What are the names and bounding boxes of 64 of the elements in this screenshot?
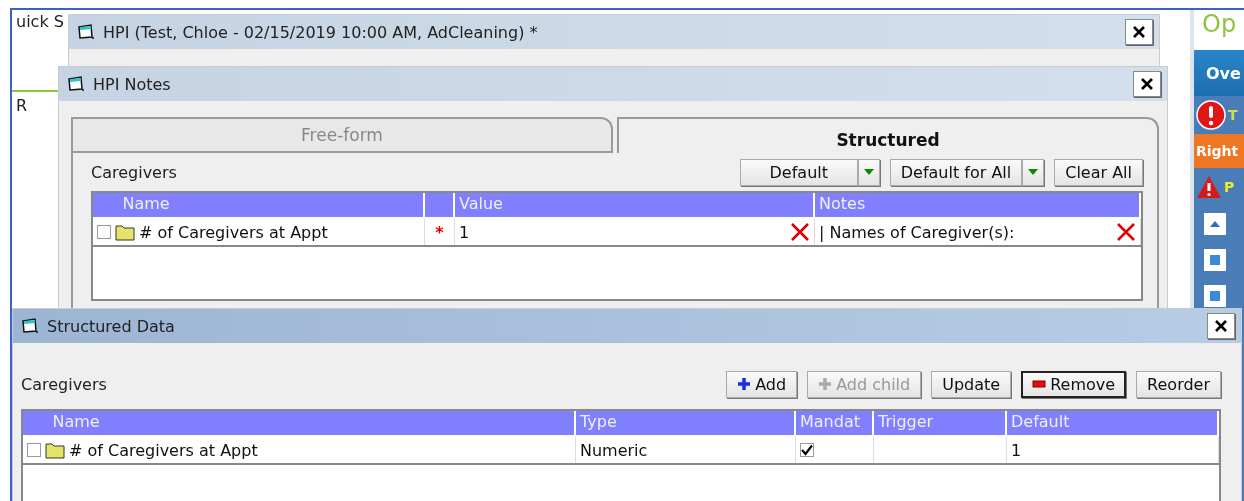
- up-button[interactable]: [1204, 213, 1226, 235]
- plus-icon: [818, 377, 833, 391]
- split-button[interactable]: Default for All: [889, 158, 1023, 186]
- warning-icon: [1196, 175, 1222, 199]
- close-button[interactable]: [1125, 19, 1153, 45]
- item-button[interactable]: [1204, 249, 1226, 271]
- panel-heading: Op: [1194, 10, 1244, 50]
- column-header: Mandat: [796, 411, 874, 435]
- column-header: Trigger: [874, 411, 1007, 435]
- window-icon: [77, 24, 95, 40]
- square-icon: [1210, 291, 1220, 301]
- caret-icon: [862, 168, 875, 176]
- plus-icon: [737, 377, 752, 391]
- folder-icon: [45, 441, 65, 459]
- window-title: HPI (Test, Chloe - 02/15/2019 10:00 AM, AdCleaning) *: [103, 22, 539, 42]
- column-header: Value: [455, 193, 815, 217]
- clear-button[interactable]: Clear All: [1054, 158, 1143, 186]
- window-icon: [67, 76, 85, 92]
- folder-icon: [115, 223, 135, 241]
- check-icon: [801, 444, 813, 456]
- row-checkbox[interactable]: [97, 225, 111, 239]
- close-button[interactable]: [1133, 71, 1161, 97]
- toolbar-button[interactable]: Update: [931, 370, 1012, 398]
- panel-tab[interactable]: Ove: [1194, 50, 1244, 96]
- item-name: # of Caregivers at Appt: [69, 440, 259, 460]
- tab[interactable]: Structured: [617, 117, 1159, 153]
- column-header: Notes: [815, 193, 1141, 217]
- window-icon: [21, 318, 39, 334]
- split-button[interactable]: Default: [739, 158, 858, 186]
- dropdown-button[interactable]: [1022, 158, 1045, 186]
- column-header: Name: [93, 193, 425, 217]
- close-icon: [1214, 319, 1228, 333]
- background-text: R: [16, 96, 28, 115]
- close-button[interactable]: [1207, 313, 1235, 339]
- remove-button[interactable]: Remove: [1021, 370, 1127, 398]
- column-header: Type: [576, 411, 796, 435]
- table-cell: Numeric: [576, 437, 796, 463]
- value-field[interactable]: 1: [459, 222, 786, 242]
- dropdown-button[interactable]: [857, 158, 880, 186]
- square-icon: [1210, 255, 1220, 265]
- item-name: # of Caregivers at Appt: [139, 222, 329, 242]
- section-label: Caregivers: [91, 162, 178, 182]
- close-icon: [1140, 77, 1154, 91]
- section-label: Caregivers: [21, 374, 108, 394]
- triangle-icon: [1209, 220, 1221, 228]
- background-text: uick S: [16, 12, 64, 31]
- caret-icon: [1027, 168, 1040, 176]
- notes-field[interactable]: | Names of Caregiver(s):: [819, 222, 1112, 242]
- table-cell: 1: [1007, 437, 1219, 463]
- minus-icon: [1032, 380, 1047, 388]
- column-header: Default: [1007, 411, 1219, 435]
- item-button[interactable]: [1204, 285, 1226, 307]
- close-icon: [1132, 25, 1146, 39]
- clear-icon[interactable]: [790, 222, 810, 242]
- required-mark: *: [435, 222, 444, 242]
- row-checkbox[interactable]: [27, 443, 41, 457]
- window-title: Structured Data: [47, 316, 176, 336]
- toolbar-button[interactable]: Reorder: [1136, 370, 1221, 398]
- mandatory-checkbox[interactable]: [800, 443, 814, 457]
- column-header: Name: [23, 411, 576, 435]
- error-icon: [1196, 100, 1226, 130]
- window-title: HPI Notes: [93, 74, 172, 94]
- add-button[interactable]: Add: [726, 370, 798, 398]
- clear-icon[interactable]: [1116, 222, 1136, 242]
